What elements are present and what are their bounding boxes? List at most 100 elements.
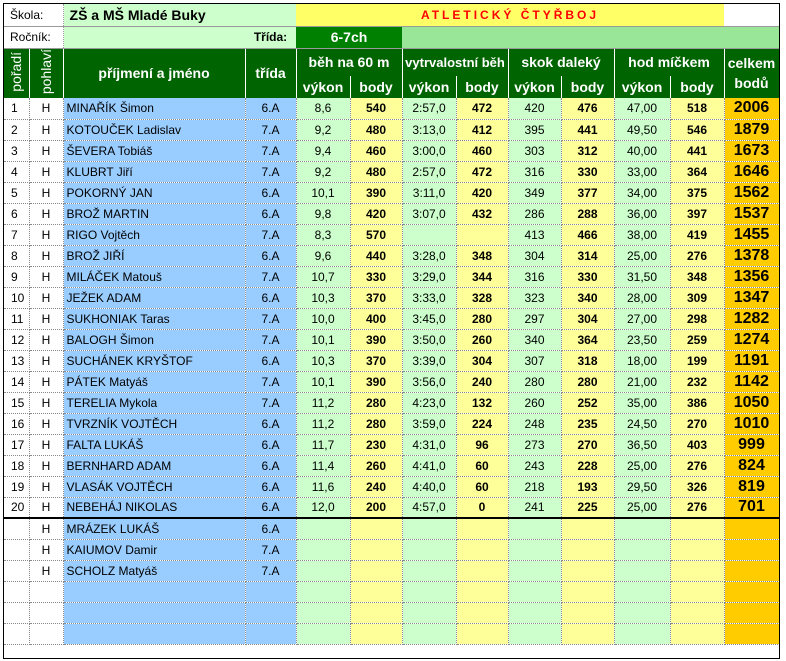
cell-jump-points[interactable]: 270 xyxy=(561,434,615,456)
cell-total[interactable] xyxy=(724,518,779,540)
cell-total[interactable]: 1274 xyxy=(724,329,779,351)
cell-total[interactable]: 1879 xyxy=(724,119,779,141)
cell-sprint-points[interactable]: 480 xyxy=(350,161,403,183)
cell-throw-points[interactable]: 397 xyxy=(670,203,725,225)
cell-rank[interactable]: 12 xyxy=(4,329,30,351)
cell-name[interactable]: MRÁZEK LUKÁŠ xyxy=(63,518,246,540)
cell-endurance-points[interactable]: 460 xyxy=(456,140,509,162)
cell-sprint-points[interactable]: 390 xyxy=(350,182,403,204)
cell-sprint-points[interactable] xyxy=(350,602,403,624)
cell-gender[interactable]: H xyxy=(29,287,64,309)
grade-value[interactable] xyxy=(63,26,246,49)
cell-endurance-points[interactable]: 472 xyxy=(456,161,509,183)
cell-gender[interactable]: H xyxy=(29,224,64,246)
cell-throw-result[interactable]: 35,00 xyxy=(614,392,671,414)
cell-endurance-points[interactable]: 328 xyxy=(456,287,509,309)
cell-throw-points[interactable]: 518 xyxy=(670,98,725,120)
cell-class[interactable]: 6.A xyxy=(245,413,297,435)
cell-throw-points[interactable]: 364 xyxy=(670,161,725,183)
cell-jump-points[interactable]: 252 xyxy=(561,392,615,414)
cell-throw-result[interactable]: 36,50 xyxy=(614,434,671,456)
cell-endurance-points[interactable]: 96 xyxy=(456,434,509,456)
cell-throw-points[interactable]: 199 xyxy=(670,350,725,372)
cell-class[interactable]: 6.A xyxy=(245,476,297,498)
cell-gender[interactable]: H xyxy=(29,518,64,540)
cell-rank[interactable]: 20 xyxy=(4,497,30,519)
cell-throw-result[interactable]: 28,00 xyxy=(614,287,671,309)
cell-gender[interactable]: H xyxy=(29,245,64,267)
cell-endurance-points[interactable]: 280 xyxy=(456,308,509,330)
cell-sprint-result[interactable] xyxy=(296,602,351,624)
cell-gender[interactable]: H xyxy=(29,329,64,351)
cell-throw-points[interactable]: 276 xyxy=(670,245,725,267)
cell-sprint-points[interactable]: 240 xyxy=(350,476,403,498)
cell-gender[interactable]: H xyxy=(29,308,64,330)
cell-endurance-result[interactable]: 3:45,0 xyxy=(402,308,457,330)
cell-endurance-points[interactable] xyxy=(456,623,509,645)
cell-jump-points[interactable]: 280 xyxy=(561,371,615,393)
cell-name[interactable]: PÁTEK Matyáš xyxy=(63,371,246,393)
cell-gender[interactable] xyxy=(29,581,64,603)
cell-throw-result[interactable]: 49,50 xyxy=(614,119,671,141)
cell-gender[interactable]: H xyxy=(29,350,64,372)
cell-class[interactable]: 7.A xyxy=(245,308,297,330)
cell-class[interactable]: 7.A xyxy=(245,539,297,561)
cell-sprint-result[interactable] xyxy=(296,560,351,582)
cell-rank[interactable]: 9 xyxy=(4,266,30,288)
cell-sprint-result[interactable]: 10,1 xyxy=(296,329,351,351)
cell-class[interactable]: 6.A xyxy=(245,245,297,267)
cell-name[interactable]: BROŽ MARTIN xyxy=(63,203,246,225)
cell-total[interactable] xyxy=(724,539,779,561)
cell-endurance-result[interactable]: 3:29,0 xyxy=(402,266,457,288)
cell-gender[interactable]: H xyxy=(29,203,64,225)
cell-total[interactable]: 1646 xyxy=(724,161,779,183)
cell-jump-result[interactable]: 413 xyxy=(508,224,562,246)
cell-gender[interactable] xyxy=(29,623,64,645)
cell-endurance-result[interactable]: 3:28,0 xyxy=(402,245,457,267)
cell-jump-result[interactable]: 297 xyxy=(508,308,562,330)
cell-throw-points[interactable]: 232 xyxy=(670,371,725,393)
cell-jump-points[interactable]: 364 xyxy=(561,329,615,351)
cell-sprint-points[interactable] xyxy=(350,539,403,561)
cell-throw-points[interactable] xyxy=(670,539,725,561)
cell-sprint-result[interactable] xyxy=(296,623,351,645)
cell-endurance-result[interactable]: 3:11,0 xyxy=(402,182,457,204)
cell-endurance-result[interactable] xyxy=(402,518,457,540)
cell-throw-result[interactable] xyxy=(614,602,671,624)
cell-endurance-result[interactable]: 4:23,0 xyxy=(402,392,457,414)
cell-endurance-points[interactable]: 344 xyxy=(456,266,509,288)
cell-class[interactable]: 7.A xyxy=(245,560,297,582)
cell-sprint-points[interactable]: 330 xyxy=(350,266,403,288)
cell-class[interactable]: 7.A xyxy=(245,224,297,246)
cell-sprint-result[interactable]: 10,3 xyxy=(296,350,351,372)
cell-sprint-points[interactable] xyxy=(350,623,403,645)
school-name[interactable]: ZŠ a MŠ Mladé Buky xyxy=(63,4,297,27)
cell-sprint-points[interactable]: 570 xyxy=(350,224,403,246)
cell-jump-points[interactable]: 377 xyxy=(561,182,615,204)
cell-total[interactable]: 2006 xyxy=(724,98,779,120)
cell-throw-points[interactable]: 546 xyxy=(670,119,725,141)
cell-gender[interactable]: H xyxy=(29,539,64,561)
cell-total[interactable]: 1356 xyxy=(724,266,779,288)
cell-rank[interactable]: 10 xyxy=(4,287,30,309)
cell-jump-result[interactable]: 420 xyxy=(508,98,562,120)
cell-jump-result[interactable]: 316 xyxy=(508,161,562,183)
cell-jump-result[interactable]: 316 xyxy=(508,266,562,288)
cell-sprint-result[interactable]: 8,3 xyxy=(296,224,351,246)
cell-rank[interactable]: 8 xyxy=(4,245,30,267)
cell-jump-points[interactable] xyxy=(561,560,615,582)
cell-throw-result[interactable] xyxy=(614,560,671,582)
cell-sprint-result[interactable]: 8,6 xyxy=(296,98,351,120)
cell-throw-result[interactable]: 23,50 xyxy=(614,329,671,351)
cell-sprint-points[interactable]: 440 xyxy=(350,245,403,267)
cell-jump-points[interactable]: 304 xyxy=(561,308,615,330)
cell-rank[interactable]: 17 xyxy=(4,434,30,456)
cell-class[interactable]: 6.A xyxy=(245,98,297,120)
cell-class[interactable]: 7.A xyxy=(245,392,297,414)
cell-class[interactable]: 6.A xyxy=(245,287,297,309)
cell-jump-result[interactable]: 248 xyxy=(508,413,562,435)
class-value[interactable]: 6-7ch xyxy=(296,26,403,49)
cell-jump-points[interactable]: 340 xyxy=(561,287,615,309)
cell-class[interactable] xyxy=(245,602,297,624)
cell-class[interactable]: 6.A xyxy=(245,455,297,477)
